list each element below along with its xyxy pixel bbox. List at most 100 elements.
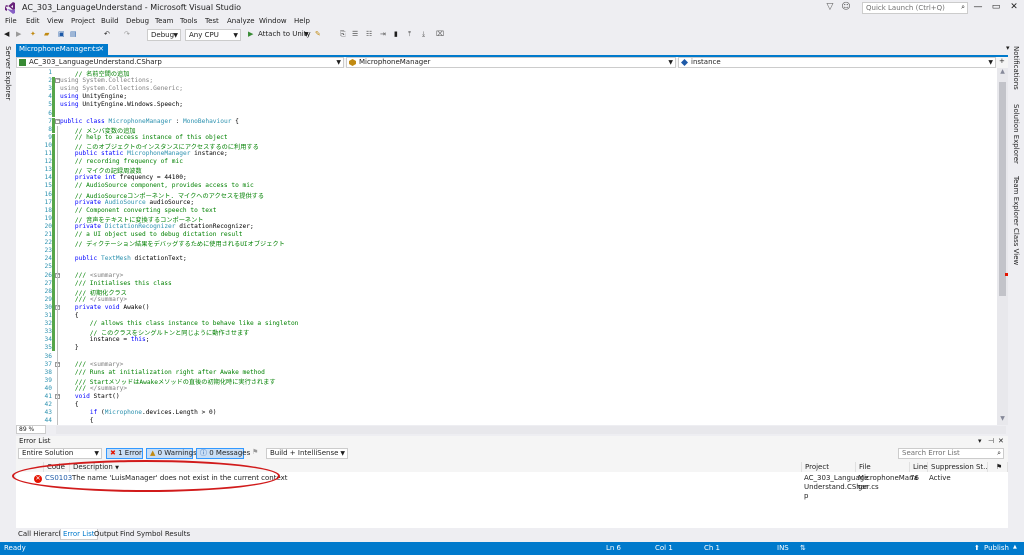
menu-file[interactable]: File [5,17,17,25]
code-editor[interactable]: 1 2 3 4 5 6 7 8 9 10 11 12 13 14 15 16 17 18 19 20 21 22 23 24 2… [16,68,997,425]
menu-tools[interactable]: Tools [180,17,197,25]
close-tab-icon[interactable]: ✕ [98,45,104,53]
zoom-dropdown[interactable]: 89 % [16,425,46,434]
undo-icon[interactable]: ↶ [104,29,110,41]
new-project-icon[interactable]: ✦ [30,29,36,41]
type-dropdown[interactable]: MicrophoneManager ▼ [346,57,676,68]
line-number: 37 [44,360,52,368]
line-number: 18 [44,206,52,214]
tab-microphonemanager-cs[interactable]: MicrophoneManager.cs ⊣ ✕ [16,44,108,55]
column-header-project[interactable]: Project [802,462,856,472]
team-explorer-tab[interactable]: Team Explorer [1012,176,1020,226]
quick-launch-placeholder: Quick Launch (Ctrl+Q) [866,4,945,12]
attach-to-unity-button[interactable]: Attach to Unity [258,29,311,41]
publish-arrow-icon: ⬆ [974,544,980,552]
close-panel-icon[interactable]: ✕ [998,437,1004,445]
chevron-up-icon[interactable]: ▲ [1013,544,1017,550]
indent-icon[interactable]: ⇥ [380,29,386,41]
scope-dropdown[interactable]: Entire Solution ▼ [18,448,102,459]
connection-icon[interactable]: ⇅ [800,544,806,552]
quick-launch-input[interactable]: Quick Launch (Ctrl+Q) ⌕ [862,2,968,14]
close-button[interactable]: ✕ [1006,2,1022,14]
tab-find-symbol-results[interactable]: Find Symbol Results [118,529,192,539]
menu-window[interactable]: Window [259,17,287,25]
code-line: { [60,401,79,409]
column-header-suppression[interactable]: Suppression St... [928,462,990,472]
line-number: 13 [44,166,52,174]
build-filter-dropdown[interactable]: Build + IntelliSense ▼ [266,448,348,459]
solution-config-dropdown[interactable]: Debug ▼ [147,29,181,41]
publish-button[interactable]: Publish [984,544,1009,552]
prev-bookmark-icon[interactable]: ⤒ [408,29,411,41]
column-header-line[interactable]: Line [910,462,928,472]
menu-view[interactable]: View [47,17,64,25]
menu-edit[interactable]: Edit [26,17,40,25]
errors-filter-button[interactable]: ✖ 1 Error [106,448,143,459]
messages-filter-button[interactable]: ⓘ 0 Messages [196,448,250,459]
tab-overflow-chevron-icon[interactable]: ▾ [1006,44,1018,52]
editor-horizontal-scrollbar[interactable] [56,426,1006,434]
collapse-region-icon[interactable]: − [55,118,60,124]
run-dropdown-chevron-icon[interactable]: ▼ [304,29,309,41]
menu-test[interactable]: Test [205,17,219,25]
comment-icon[interactable]: ☰ [352,29,358,41]
bookmark-icon[interactable]: ▮ [394,29,398,41]
menu-build[interactable]: Build [101,17,119,25]
clear-bookmarks-icon[interactable]: ⌧ [436,29,444,41]
window-position-icon[interactable]: ▾ [978,437,982,445]
next-bookmark-icon[interactable]: ⤓ [422,29,425,41]
menu-analyze[interactable]: Analyze [227,17,255,25]
auto-hide-pin-icon[interactable]: ⊣ [988,437,994,445]
collapse-region-icon[interactable]: − [55,78,60,84]
platform-dropdown[interactable]: Any CPU ▼ [185,29,241,41]
column-header-file[interactable]: File [856,462,910,472]
open-folder-icon[interactable]: ▰ [44,29,49,41]
line-number: 8 [48,125,52,133]
filter-icon[interactable]: ⚑ [252,448,258,456]
scope-value: Entire Solution [22,449,74,457]
server-explorer-tab[interactable]: Server Explorer [4,46,12,100]
line-number: 23 [44,247,52,255]
editor-vertical-scrollbar[interactable]: ▲ ▼ [997,68,1008,425]
warnings-filter-button[interactable]: ▲ 0 Warnings [146,448,197,459]
error-project-line-3: p [804,492,809,500]
code-line: /// <summary> [60,271,124,279]
solution-explorer-tab[interactable]: Solution Explorer [1012,104,1020,164]
uncomment-icon[interactable]: ☷ [366,29,372,41]
browser-link-icon[interactable]: ✎ [315,29,321,41]
filter-icon[interactable]: ▽ [824,2,836,14]
scroll-thumb[interactable] [999,82,1006,296]
navigate-back-icon[interactable]: ◀ [4,29,9,41]
line-number: 41 [44,393,52,400]
save-icon[interactable]: ▣ [58,29,65,41]
line-number: 5 [48,101,52,109]
code-line: using System.Collections; [60,77,154,85]
navigate-forward-icon[interactable]: ▶ [16,29,21,41]
scroll-up-icon[interactable]: ▲ [998,68,1007,75]
column-filter-icon[interactable]: ⚑ [988,462,1008,472]
save-all-icon[interactable]: ▤ [70,29,77,41]
code-line: public class MicrophoneManager : MonoBeh… [60,117,239,125]
feedback-icon[interactable]: ☺ [840,2,852,14]
menu-project[interactable]: Project [71,17,95,25]
notifications-tab[interactable]: Notifications [1012,46,1020,90]
error-list-search-input[interactable]: Search Error List ⌕ [898,448,1004,459]
menu-team[interactable]: Team [155,17,174,25]
menu-help[interactable]: Help [294,17,310,25]
minimize-button[interactable]: — [970,2,986,14]
menu-debug[interactable]: Debug [126,17,149,25]
project-dropdown[interactable]: AC_303_LanguageUnderstand.CSharp ▼ [16,57,344,68]
class-view-tab[interactable]: Class View [1012,228,1020,265]
redo-icon[interactable]: ↷ [124,29,130,41]
chevron-down-icon: ▼ [988,59,993,66]
scroll-down-icon[interactable]: ▼ [998,415,1007,422]
split-editor-icon[interactable]: + [999,57,1005,65]
tab-output[interactable]: Output [92,529,120,539]
start-debug-icon[interactable]: ▶ [248,29,253,41]
member-dropdown[interactable]: instance ▼ [678,57,996,68]
code-line: /// Initialises this class [60,279,172,287]
pin-icon[interactable]: ⊣ [89,45,94,52]
maximize-button[interactable]: ▭ [988,2,1004,14]
line-number: 3 [48,85,52,93]
bookmark-toggle-icon[interactable]: ⎘ [340,29,346,41]
